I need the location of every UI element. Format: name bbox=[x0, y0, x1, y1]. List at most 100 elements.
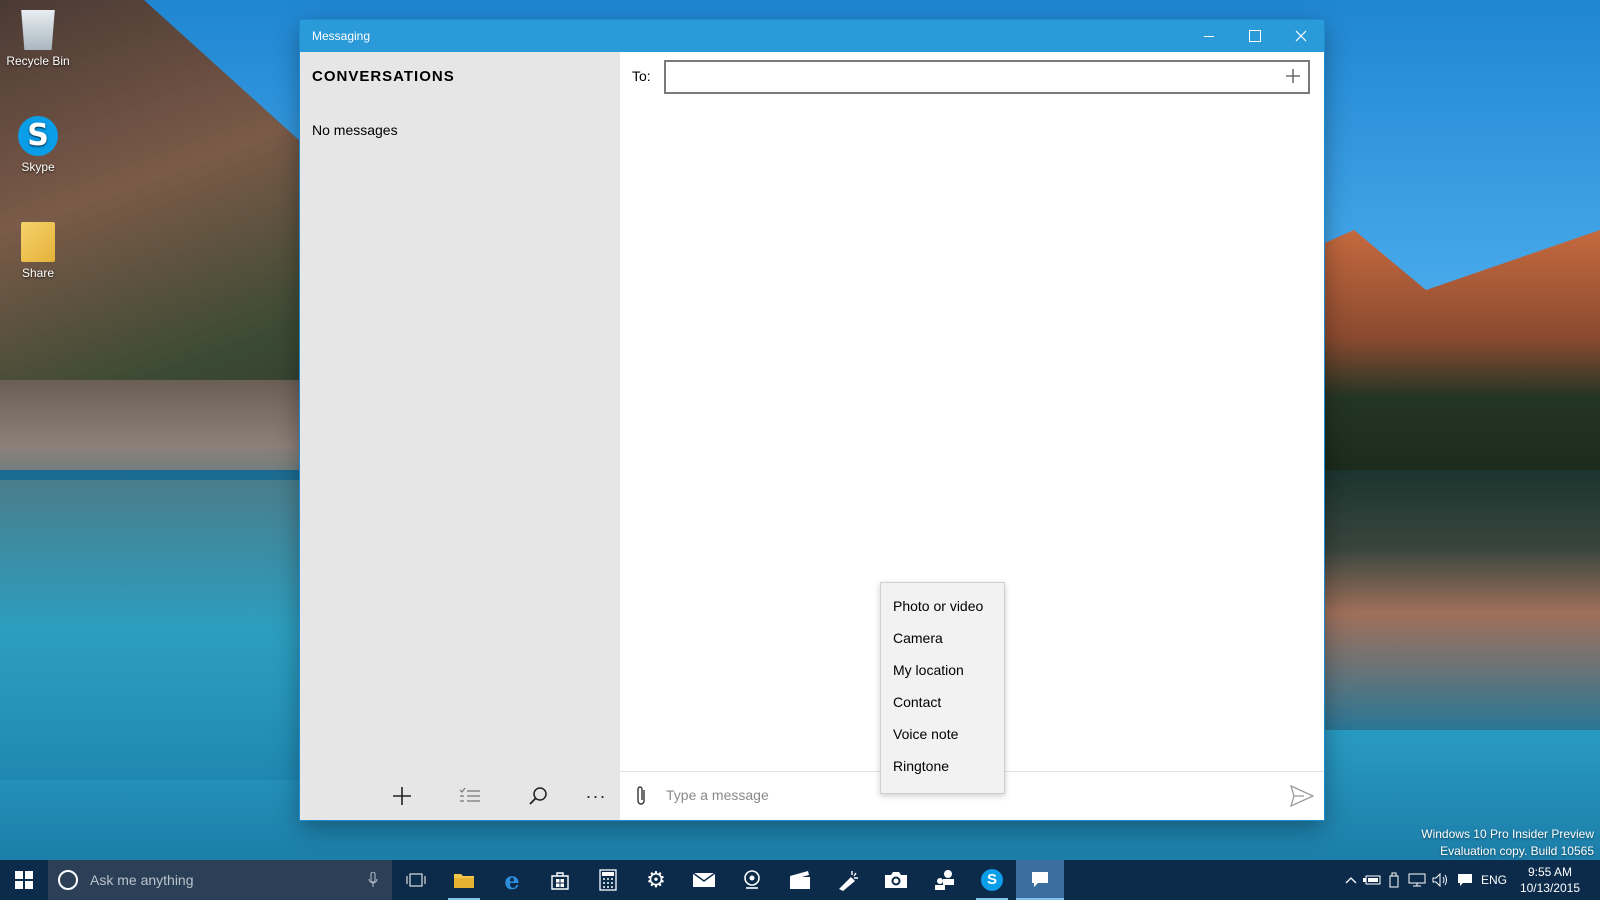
volume-icon bbox=[1432, 873, 1447, 887]
tray-network[interactable] bbox=[1406, 860, 1428, 900]
start-button[interactable] bbox=[0, 860, 48, 900]
maps-icon bbox=[744, 870, 760, 889]
folder-icon bbox=[21, 222, 55, 262]
menu-item-photo-or-video[interactable]: Photo or video bbox=[881, 590, 1004, 622]
plus-icon bbox=[393, 787, 411, 805]
desktop-icon-skype[interactable]: S Skype bbox=[0, 116, 76, 174]
close-button[interactable] bbox=[1278, 20, 1324, 52]
tray-notifications[interactable] bbox=[1454, 860, 1476, 900]
watermark-edition: Windows 10 Pro Insider Preview bbox=[1421, 827, 1594, 841]
send-button[interactable] bbox=[1289, 784, 1315, 808]
taskbar-edge[interactable]: e bbox=[488, 860, 536, 900]
tray-volume[interactable] bbox=[1430, 860, 1452, 900]
cortana-icon bbox=[58, 870, 78, 890]
add-recipient-button[interactable] bbox=[1286, 67, 1300, 87]
conversations-heading: CONVERSATIONS bbox=[312, 68, 455, 85]
taskbar-store[interactable] bbox=[536, 860, 584, 900]
clock-time: 9:55 AM bbox=[1527, 865, 1572, 879]
microphone-icon[interactable] bbox=[368, 872, 378, 888]
to-label: To: bbox=[632, 68, 651, 84]
desktop-icon-label: Share bbox=[21, 266, 55, 280]
taskbar-mail[interactable] bbox=[680, 860, 728, 900]
menu-item-camera[interactable]: Camera bbox=[881, 622, 1004, 654]
taskbar-maps[interactable] bbox=[728, 860, 776, 900]
minimize-icon bbox=[1204, 35, 1214, 37]
taskbar-feedback[interactable] bbox=[824, 860, 872, 900]
feedback-icon bbox=[839, 871, 858, 891]
more-button[interactable]: ··· bbox=[572, 772, 620, 820]
select-button[interactable] bbox=[446, 772, 494, 820]
conversations-pane: CONVERSATIONS No messages ··· bbox=[300, 52, 620, 820]
search-placeholder: Ask me anything bbox=[90, 872, 194, 888]
wallpaper-reflection-right bbox=[1300, 470, 1600, 730]
edge-icon: e bbox=[504, 865, 520, 895]
taskbar-clock[interactable]: 9:55 AM 10/13/2015 bbox=[1520, 864, 1580, 896]
recipient-input[interactable] bbox=[674, 62, 1268, 92]
conversations-app-bar: ··· bbox=[300, 772, 620, 820]
skype-icon: S bbox=[18, 116, 58, 156]
menu-item-ringtone[interactable]: Ringtone bbox=[881, 750, 1004, 782]
more-icon: ··· bbox=[585, 785, 607, 806]
menu-item-my-location[interactable]: My location bbox=[881, 654, 1004, 686]
tray-language[interactable]: ENG bbox=[1478, 860, 1510, 900]
wallpaper-reflection-left bbox=[0, 480, 300, 780]
camera-icon bbox=[885, 872, 907, 888]
taskbar: Ask me anything e ⚙ S ENG 9:55 AM 10/13/… bbox=[0, 860, 1600, 900]
menu-item-contact[interactable]: Contact bbox=[881, 686, 1004, 718]
task-view-icon bbox=[406, 873, 426, 887]
send-icon bbox=[1289, 784, 1315, 808]
calculator-icon bbox=[599, 869, 617, 891]
taskbar-camera[interactable] bbox=[872, 860, 920, 900]
tray-usb[interactable] bbox=[1384, 860, 1404, 900]
desktop-icon-share[interactable]: Share bbox=[0, 222, 76, 280]
title-bar[interactable]: Messaging bbox=[300, 20, 1324, 52]
show-desktop-button[interactable] bbox=[1586, 860, 1600, 900]
recipient-field[interactable] bbox=[664, 60, 1310, 94]
taskbar-people[interactable] bbox=[920, 860, 968, 900]
build-watermark: Windows 10 Pro Insider Preview Evaluatio… bbox=[1421, 826, 1594, 860]
empty-conversations-text: No messages bbox=[312, 122, 398, 138]
messaging-window: Messaging CONVERSATIONS No messages ··· bbox=[300, 20, 1324, 820]
taskbar-movies[interactable] bbox=[776, 860, 824, 900]
search-icon bbox=[529, 787, 547, 805]
skype-icon: S bbox=[981, 869, 1003, 891]
people-icon bbox=[935, 870, 954, 890]
battery-icon bbox=[1363, 875, 1381, 885]
maximize-icon bbox=[1249, 30, 1261, 42]
window-title: Messaging bbox=[312, 29, 371, 43]
messaging-icon bbox=[1032, 872, 1048, 887]
menu-item-voice-note[interactable]: Voice note bbox=[881, 718, 1004, 750]
taskbar-messaging[interactable] bbox=[1016, 860, 1064, 900]
movies-icon bbox=[790, 871, 810, 889]
close-icon bbox=[1295, 30, 1307, 42]
settings-icon: ⚙ bbox=[646, 867, 666, 893]
maximize-button[interactable] bbox=[1232, 20, 1278, 52]
task-view-button[interactable] bbox=[392, 860, 440, 900]
minimize-button[interactable] bbox=[1186, 20, 1232, 52]
search-button[interactable] bbox=[514, 772, 562, 820]
paperclip-icon bbox=[637, 786, 645, 805]
chevron-up-icon bbox=[1345, 877, 1357, 884]
desktop-icon-recycle-bin[interactable]: Recycle Bin bbox=[0, 10, 76, 68]
clock-date: 10/13/2015 bbox=[1519, 881, 1580, 895]
action-center-icon bbox=[1458, 874, 1472, 886]
tray-battery[interactable] bbox=[1362, 860, 1382, 900]
attach-menu: Photo or video Camera My location Contac… bbox=[880, 582, 1005, 794]
desktop-icon-label: Skype bbox=[21, 160, 55, 174]
language-indicator: ENG bbox=[1480, 873, 1507, 887]
store-icon bbox=[551, 872, 569, 890]
usb-device-icon bbox=[1389, 872, 1399, 888]
taskbar-file-explorer[interactable] bbox=[440, 860, 488, 900]
cortana-search-box[interactable]: Ask me anything bbox=[48, 860, 392, 900]
new-message-button[interactable] bbox=[378, 772, 426, 820]
attach-button[interactable] bbox=[630, 784, 654, 808]
desktop-icon-label: Recycle Bin bbox=[6, 54, 70, 68]
checklist-icon bbox=[459, 787, 480, 802]
taskbar-settings[interactable]: ⚙ bbox=[632, 860, 680, 900]
recycle-bin-icon bbox=[21, 10, 55, 50]
taskbar-skype[interactable]: S bbox=[968, 860, 1016, 900]
show-hidden-icons-button[interactable] bbox=[1342, 860, 1360, 900]
windows-logo-icon bbox=[15, 871, 33, 889]
plus-icon bbox=[1286, 69, 1300, 83]
taskbar-calculator[interactable] bbox=[584, 860, 632, 900]
